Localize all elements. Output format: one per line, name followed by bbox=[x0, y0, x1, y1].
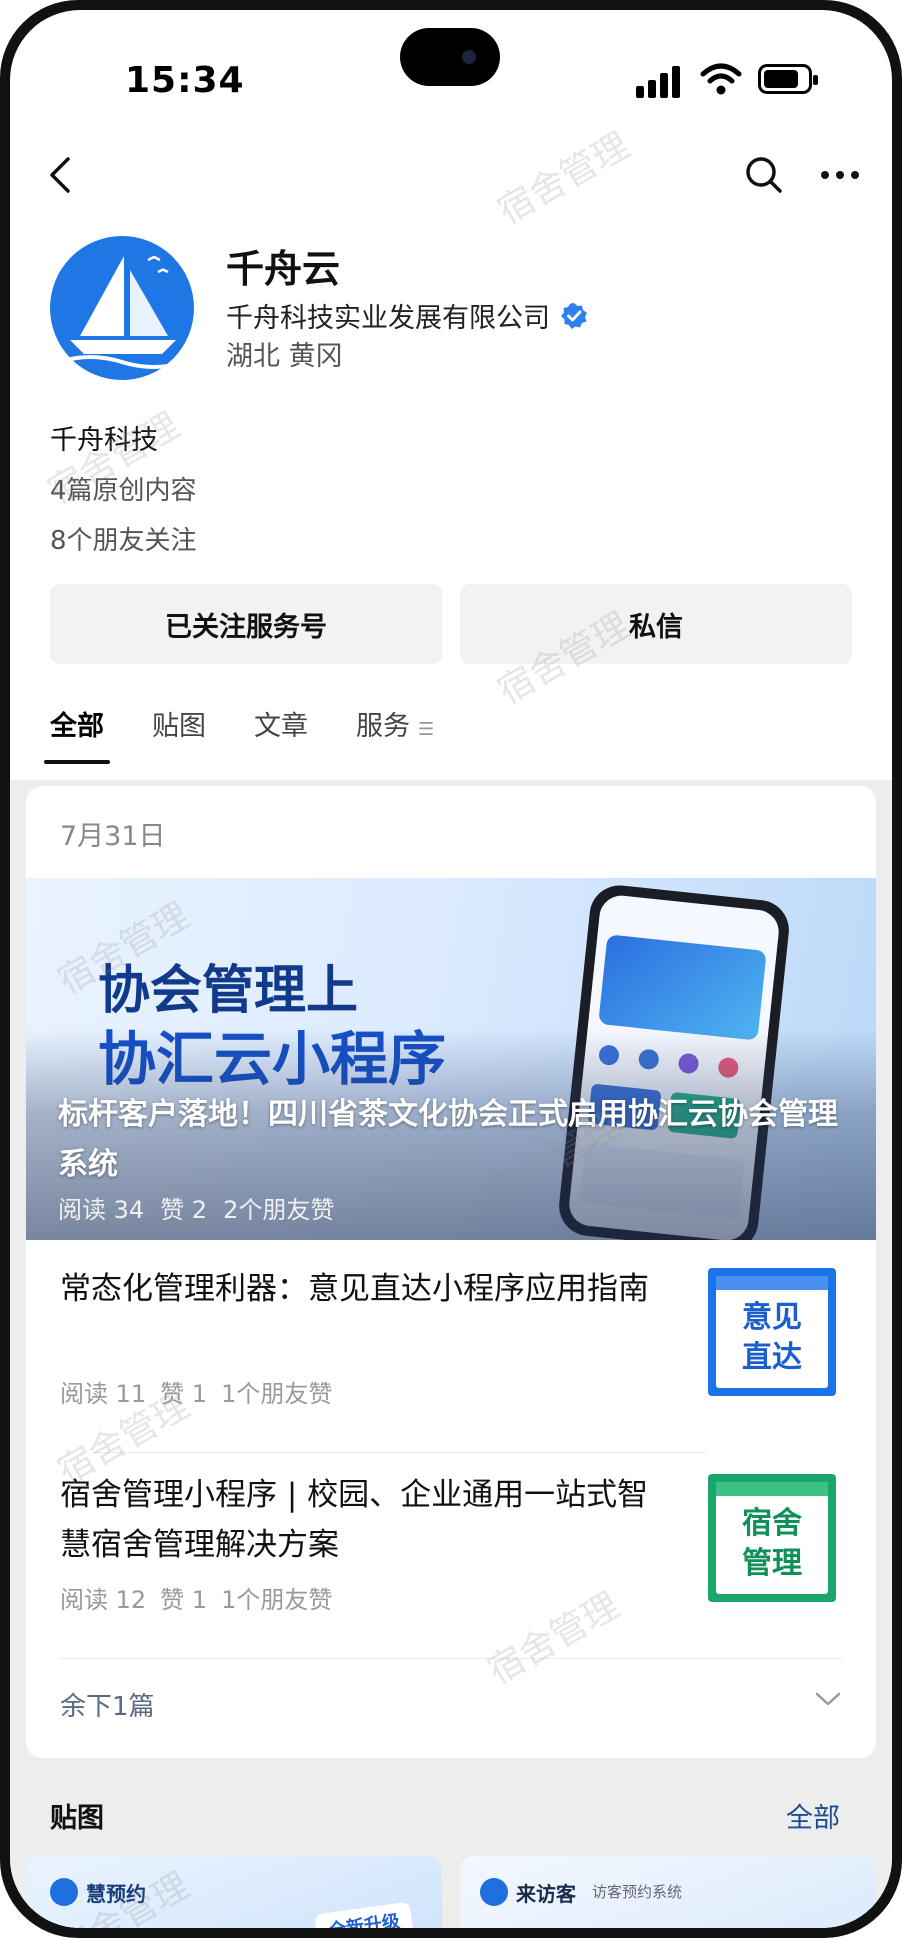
featured-article[interactable]: 协会管理上 协汇云小程序 标杆客户落地！四川省茶文化协会正式启用协汇云协会管理系… bbox=[26, 878, 876, 1240]
article-title: 常态化管理利器：意见直达小程序应用指南 bbox=[60, 1271, 649, 1307]
search-icon bbox=[746, 157, 782, 193]
account-intro: 千舟科技 bbox=[50, 425, 158, 456]
post-brand: 来访客 bbox=[516, 1882, 576, 1906]
publish-date: 7月31日 bbox=[60, 821, 166, 852]
account-avatar[interactable] bbox=[50, 236, 194, 380]
article-meta: 阅读 12 赞 1 1个朋友赞 bbox=[60, 1580, 346, 1615]
post-badge: 全新升级 bbox=[314, 1901, 414, 1928]
screen: 15:34 千舟云 千舟科技实业发展有限公司 湖北 黄冈 千舟科技 4篇原创内容… bbox=[10, 10, 892, 1928]
message-button[interactable]: 私信 bbox=[460, 584, 852, 664]
phone-frame: 15:34 千舟云 千舟科技实业发展有限公司 湖北 黄冈 千舟科技 4篇原创内容… bbox=[0, 0, 902, 1938]
signal-icon bbox=[636, 64, 682, 98]
content-tabs: 全部 贴图 文章 服务 ☰ bbox=[44, 704, 482, 764]
article-thumbnail[interactable]: 意见 直达 bbox=[708, 1268, 836, 1396]
thumb-text: 直达 bbox=[742, 1340, 802, 1375]
post-card[interactable]: 来访客 访客预约系统 bbox=[460, 1856, 876, 1928]
article-meta: 阅读 11 赞 1 1个朋友赞 bbox=[60, 1374, 346, 1409]
tab-articles-label: 文章 bbox=[254, 711, 308, 742]
chevron-down-icon[interactable] bbox=[814, 1690, 842, 1708]
post-subtitle: 访客预约系统 bbox=[592, 1883, 683, 1901]
tab-all-label: 全部 bbox=[50, 711, 104, 742]
thumb-text: 宿舍 bbox=[742, 1506, 802, 1541]
friend-likes: 2个朋友赞 bbox=[223, 1196, 335, 1224]
account-location: 湖北 黄冈 bbox=[226, 341, 343, 372]
like-count: 赞 2 bbox=[160, 1196, 208, 1224]
posts-all-link[interactable]: 全部 bbox=[786, 1796, 840, 1835]
tab-posts[interactable]: 贴图 bbox=[152, 704, 206, 764]
brand-logo-icon bbox=[480, 1878, 508, 1906]
back-button[interactable] bbox=[30, 145, 90, 205]
posts-section-title: 贴图 bbox=[50, 1803, 104, 1834]
like-count: 赞 1 bbox=[160, 1380, 208, 1408]
tab-posts-label: 贴图 bbox=[152, 711, 206, 742]
account-name: 千舟云 bbox=[226, 247, 341, 291]
featured-article-title: 标杆客户落地！四川省茶文化协会正式启用协汇云协会管理系统 bbox=[58, 1097, 838, 1182]
thumb-text: 管理 bbox=[742, 1546, 802, 1581]
status-time: 15:34 bbox=[125, 60, 245, 101]
account-company[interactable]: 千舟科技实业发展有限公司 bbox=[226, 296, 588, 335]
battery-icon bbox=[758, 64, 818, 94]
read-count: 阅读 11 bbox=[60, 1380, 147, 1408]
article-group-card: 7月31日 协会管理上 协汇云小程序 标杆客户落地！四川省茶文化协会正式启用协汇… bbox=[26, 786, 876, 1758]
read-count: 阅读 34 bbox=[58, 1196, 145, 1224]
read-count: 阅读 12 bbox=[60, 1586, 147, 1614]
article-thumbnail[interactable]: 宿舍 管理 bbox=[708, 1474, 836, 1602]
friends-following[interactable]: 8个朋友关注 bbox=[50, 520, 197, 557]
post-brand: 慧预约 bbox=[86, 1882, 146, 1906]
search-button[interactable] bbox=[734, 145, 794, 205]
like-count: 赞 1 bbox=[160, 1586, 208, 1614]
wifi-icon bbox=[700, 63, 742, 95]
more-dots-icon bbox=[821, 171, 859, 179]
tab-services[interactable]: 服务 ☰ bbox=[356, 704, 434, 764]
tab-articles[interactable]: 文章 bbox=[254, 704, 308, 764]
followed-button[interactable]: 已关注服务号 bbox=[50, 584, 442, 664]
post-card[interactable]: 慧预约 全新升级 bbox=[26, 1856, 442, 1928]
dynamic-island bbox=[400, 28, 500, 86]
thumb-text: 意见 bbox=[742, 1300, 802, 1335]
article-title: 宿舍管理小程序 | 校园、企业通用一站式智慧宿舍管理解决方案 bbox=[60, 1477, 649, 1563]
featured-article-meta: 阅读 34 赞 2 2个朋友赞 bbox=[58, 1190, 350, 1225]
friend-likes: 1个朋友赞 bbox=[221, 1586, 333, 1614]
status-bar: 15:34 bbox=[10, 10, 892, 120]
tab-services-label: 服务 bbox=[356, 711, 410, 742]
verified-badge-icon bbox=[561, 302, 587, 329]
remaining-articles-link[interactable]: 余下1篇 bbox=[60, 1686, 155, 1723]
sailboat-logo-icon bbox=[59, 255, 185, 369]
menu-icon: ☰ bbox=[418, 719, 435, 740]
friend-likes: 1个朋友赞 bbox=[221, 1380, 333, 1408]
divider bbox=[92, 1452, 706, 1453]
divider bbox=[60, 1658, 842, 1659]
nav-bar bbox=[10, 130, 892, 220]
more-button[interactable] bbox=[810, 145, 870, 205]
tab-all[interactable]: 全部 bbox=[44, 704, 110, 764]
back-arrow-icon bbox=[50, 157, 70, 193]
company-name: 千舟科技实业发展有限公司 bbox=[226, 303, 550, 334]
brand-logo-icon bbox=[50, 1878, 78, 1906]
original-count[interactable]: 4篇原创内容 bbox=[50, 470, 197, 507]
